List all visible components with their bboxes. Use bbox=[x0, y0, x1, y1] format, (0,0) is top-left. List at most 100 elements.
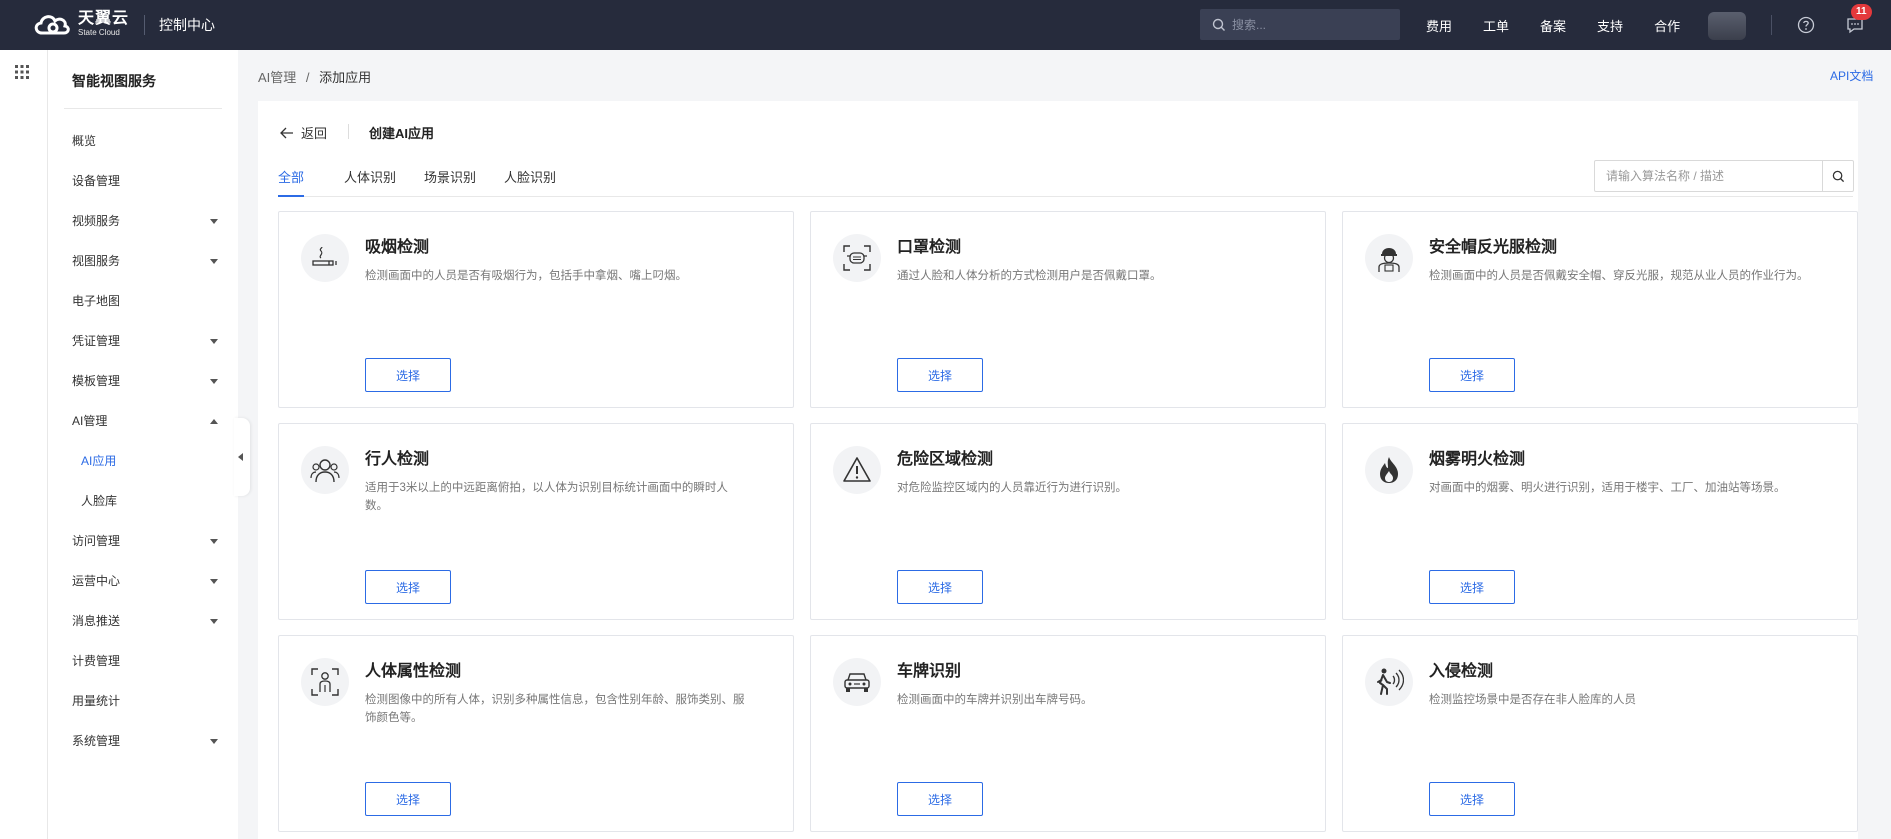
card-description: 检测图像中的所有人体，识别多种属性信息，包含性别年龄、服饰类别、服饰颜色等。 bbox=[365, 694, 745, 724]
arrow-left-icon bbox=[280, 127, 293, 138]
nav-billing[interactable]: 费用 bbox=[1426, 16, 1452, 35]
sidebar-item-video-service[interactable]: 视频服务 bbox=[72, 211, 222, 231]
intrusion-icon bbox=[1365, 658, 1413, 706]
top-bar: 天翼云 State Cloud 控制中心 搜索... 费用 工单 备案 支持 合… bbox=[0, 0, 1891, 50]
sidebar-item-label: AI管理 bbox=[72, 414, 108, 428]
sidebar-collapse-handle[interactable] bbox=[234, 418, 250, 496]
help-icon[interactable] bbox=[1797, 16, 1815, 34]
nav-partner[interactable]: 合作 bbox=[1654, 16, 1680, 35]
nav-tickets[interactable]: 工单 bbox=[1483, 16, 1509, 35]
chevron-down-icon bbox=[210, 259, 218, 264]
warning-triangle-icon bbox=[833, 446, 881, 494]
chevron-down-icon bbox=[210, 379, 218, 384]
app-rail bbox=[0, 50, 48, 839]
pedestrian-icon bbox=[301, 446, 349, 494]
tab-body-recognition[interactable]: 人体识别 bbox=[344, 167, 396, 197]
select-button[interactable]: 选择 bbox=[365, 570, 451, 604]
sidebar-item-label: 系统管理 bbox=[72, 734, 121, 748]
chevron-left-icon bbox=[238, 453, 243, 461]
logo-text: 天翼云 bbox=[78, 10, 130, 27]
card-description: 适用于3米以上的中远距离俯拍，以人体为识别目标统计画面中的瞬时人数。 bbox=[365, 482, 728, 512]
sidebar-item-label: 运营中心 bbox=[72, 574, 121, 588]
chevron-up-icon bbox=[210, 419, 218, 424]
mask-icon bbox=[833, 234, 881, 282]
breadcrumb-separator: / bbox=[305, 70, 310, 85]
search-icon bbox=[1832, 170, 1844, 182]
person-frame-icon bbox=[301, 658, 349, 706]
sidebar-item-billing[interactable]: 计费管理 bbox=[72, 651, 222, 671]
algorithm-search-input[interactable] bbox=[1595, 161, 1822, 191]
algorithm-card-pedestrian: 行人检测 适用于3米以上的中远距离俯拍，以人体为识别目标统计画面中的瞬时人数。 … bbox=[278, 423, 794, 620]
algorithm-card-helmet-vest: 安全帽反光服检测 检测画面中的人员是否佩戴安全帽、穿反光服，规范从业人员的作业行… bbox=[1342, 211, 1858, 408]
sidebar-item-label: 视图服务 bbox=[72, 254, 121, 268]
card-description: 检测画面中的车牌并识别出车牌号码。 bbox=[897, 694, 1093, 706]
sidebar-item-label: 访问管理 bbox=[72, 534, 121, 548]
sidebar-item-operations[interactable]: 运营中心 bbox=[72, 571, 222, 591]
select-button[interactable]: 选择 bbox=[1429, 570, 1515, 604]
page-title: 创建AI应用 bbox=[369, 126, 435, 141]
select-button[interactable]: 选择 bbox=[1429, 358, 1515, 392]
sidebar-title: 智能视图服务 bbox=[72, 73, 156, 89]
sidebar-subitem-ai-apps[interactable]: AI应用 bbox=[81, 451, 116, 471]
algorithm-card-smoking: 吸烟检测 检测画面中的人员是否有吸烟行为，包括手中拿烟、嘴上叼烟。 选择 bbox=[278, 211, 794, 408]
main-panel: 返回 创建AI应用 全部 人体识别 场景识别 人脸识别 吸烟检测 检测画面中的人… bbox=[258, 101, 1858, 839]
card-name: 危险区域检测 bbox=[897, 451, 994, 468]
sidebar-item-overview[interactable]: 概览 bbox=[72, 131, 222, 151]
sidebar-item-access[interactable]: 访问管理 bbox=[72, 531, 222, 551]
sidebar-item-usage[interactable]: 用量统计 bbox=[72, 691, 222, 711]
card-description: 检测画面中的人员是否佩戴安全帽、穿反光服，规范从业人员的作业行为。 bbox=[1429, 270, 1809, 282]
nav-filing[interactable]: 备案 bbox=[1540, 16, 1566, 35]
algorithm-search-button[interactable] bbox=[1822, 161, 1853, 191]
tab-face-recognition[interactable]: 人脸识别 bbox=[504, 167, 556, 197]
logo-subtext: State Cloud bbox=[78, 28, 120, 37]
card-description: 检测画面中的人员是否有吸烟行为，包括手中拿烟、嘴上叼烟。 bbox=[365, 270, 687, 282]
select-button[interactable]: 选择 bbox=[897, 358, 983, 392]
app-grid-icon[interactable] bbox=[15, 65, 29, 79]
select-button[interactable]: 选择 bbox=[1429, 782, 1515, 816]
card-name: 人体属性检测 bbox=[365, 663, 462, 680]
card-name: 入侵检测 bbox=[1429, 663, 1494, 680]
algorithm-card-danger-zone: 危险区域检测 对危险监控区域内的人员靠近行为进行识别。 选择 bbox=[810, 423, 1326, 620]
sidebar-item-credentials[interactable]: 凭证管理 bbox=[72, 331, 222, 351]
algorithm-card-body-attributes: 人体属性检测 检测图像中的所有人体，识别多种属性信息，包含性别年龄、服饰类别、服… bbox=[278, 635, 794, 832]
sidebar-item-label: 电子地图 bbox=[72, 294, 121, 308]
breadcrumb-parent[interactable]: AI管理 bbox=[258, 70, 296, 85]
breadcrumb: AI管理 / 添加应用 bbox=[258, 67, 371, 86]
chevron-down-icon bbox=[210, 219, 218, 224]
chevron-down-icon bbox=[210, 739, 218, 744]
sidebar-item-system[interactable]: 系统管理 bbox=[72, 731, 222, 751]
smoking-icon bbox=[301, 234, 349, 282]
select-button[interactable]: 选择 bbox=[897, 570, 983, 604]
sidebar-subitem-face-library[interactable]: 人脸库 bbox=[81, 491, 117, 511]
api-doc-link[interactable]: API文档 bbox=[1830, 67, 1873, 84]
global-search[interactable]: 搜索... bbox=[1200, 9, 1400, 40]
sidebar-item-label: 计费管理 bbox=[72, 654, 121, 668]
sidebar-item-label: 凭证管理 bbox=[72, 334, 121, 348]
algorithm-card-license-plate: 车牌识别 检测画面中的车牌并识别出车牌号码。 选择 bbox=[810, 635, 1326, 832]
sidebar-item-templates[interactable]: 模板管理 bbox=[72, 371, 222, 391]
chevron-down-icon bbox=[210, 579, 218, 584]
avatar[interactable] bbox=[1708, 12, 1746, 40]
sidebar-item-devices[interactable]: 设备管理 bbox=[72, 171, 222, 191]
divider bbox=[64, 108, 222, 109]
chevron-down-icon bbox=[210, 339, 218, 344]
tab-all[interactable]: 全部 bbox=[278, 167, 305, 197]
algorithm-card-mask: 口罩检测 通过人脸和人体分析的方式检测用户是否佩戴口罩。 选择 bbox=[810, 211, 1326, 408]
nav-support[interactable]: 支持 bbox=[1597, 16, 1623, 35]
back-button[interactable]: 返回 bbox=[280, 123, 327, 142]
card-name: 烟雾明火检测 bbox=[1429, 451, 1526, 468]
select-button[interactable]: 选择 bbox=[365, 358, 451, 392]
select-button[interactable]: 选择 bbox=[897, 782, 983, 816]
sidebar-item-view-service[interactable]: 视图服务 bbox=[72, 251, 222, 271]
tab-scene-recognition[interactable]: 场景识别 bbox=[424, 167, 476, 197]
card-name: 安全帽反光服检测 bbox=[1429, 239, 1558, 256]
sidebar-item-ai-management[interactable]: AI管理 bbox=[72, 411, 222, 431]
sidebar-item-push[interactable]: 消息推送 bbox=[72, 611, 222, 631]
select-button[interactable]: 选择 bbox=[365, 782, 451, 816]
sidebar-item-label: 设备管理 bbox=[72, 174, 121, 188]
logo[interactable]: 天翼云 State Cloud bbox=[32, 11, 129, 37]
algorithm-card-intrusion: 入侵检测 检测监控场景中是否存在非人脸库的人员 选择 bbox=[1342, 635, 1858, 832]
sidebar-item-map[interactable]: 电子地图 bbox=[72, 291, 222, 311]
fire-icon bbox=[1365, 446, 1413, 494]
console-link[interactable]: 控制中心 bbox=[159, 15, 215, 35]
